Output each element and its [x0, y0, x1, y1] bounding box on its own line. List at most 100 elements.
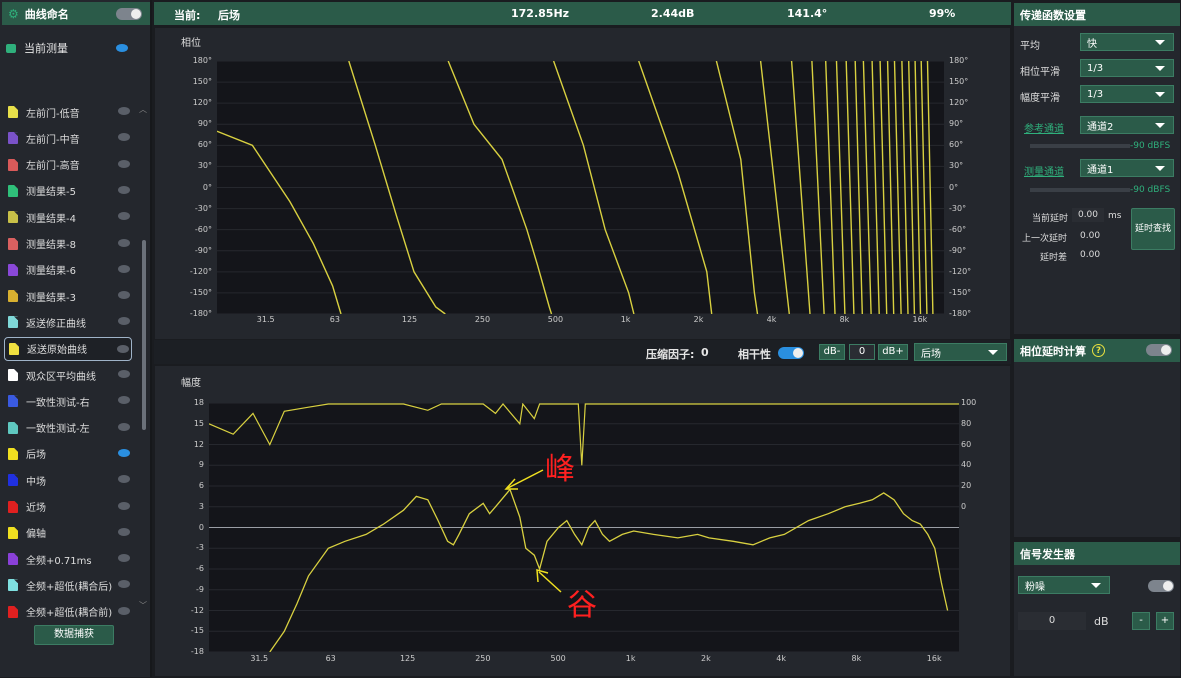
- eye-icon[interactable]: [118, 133, 130, 142]
- eye-icon[interactable]: [118, 159, 130, 168]
- annotation-peak: 峰: [545, 452, 575, 487]
- phase-y-tick: 0°: [202, 182, 212, 192]
- magnitude-y-tick: -15: [190, 626, 204, 636]
- curve-list-item[interactable]: 全频+超低(耦合后): [4, 573, 132, 597]
- eye-icon[interactable]: [118, 396, 130, 405]
- phase-x-tick: 2k: [693, 315, 704, 324]
- curve-list-item[interactable]: 测量结果-5: [4, 179, 132, 203]
- magnitude-x-tick: 16k: [926, 654, 942, 663]
- help-icon[interactable]: ?: [1092, 344, 1105, 357]
- eye-icon[interactable]: [118, 606, 130, 615]
- signal-minus-button[interactable]: -: [1132, 612, 1150, 630]
- phase-y2-tick: 120°: [949, 98, 969, 108]
- magnitude-x-tick: 500: [550, 654, 566, 663]
- scroll-up-icon[interactable]: ︿: [139, 104, 147, 115]
- curve-color-icon: [8, 211, 18, 224]
- eye-icon[interactable]: [118, 291, 130, 300]
- cur-delay-unit: ms: [1108, 211, 1122, 221]
- curve-list-item[interactable]: 左前门-低音: [4, 100, 132, 124]
- phase-plot-area[interactable]: [217, 61, 944, 314]
- avg-select[interactable]: 快: [1080, 33, 1174, 51]
- eye-icon[interactable]: [118, 527, 130, 536]
- eye-icon[interactable]: [118, 448, 130, 457]
- curve-list-item[interactable]: 中场: [4, 468, 132, 492]
- curve-list-item[interactable]: 左前门-高音: [4, 153, 132, 177]
- curve-color-icon: [8, 605, 18, 618]
- curve-list-item[interactable]: 全频+超低(耦合前): [4, 600, 132, 624]
- curve-color-icon: [8, 369, 18, 381]
- db-value-field[interactable]: 0: [849, 344, 875, 360]
- monitor-icon: [6, 43, 16, 53]
- curve-naming-toggle[interactable]: [116, 8, 142, 20]
- eye-icon[interactable]: [117, 344, 129, 353]
- curve-list-item[interactable]: 一致性测试-右: [4, 389, 132, 413]
- curve-list-item[interactable]: 一致性测试-左: [4, 416, 132, 440]
- signal-generator-toggle[interactable]: [1148, 580, 1174, 592]
- curve-label: 左前门-低音: [26, 108, 80, 120]
- phase-chart[interactable]: [217, 61, 944, 314]
- magnitude-y-tick: 0: [198, 522, 204, 532]
- ref-channel-link[interactable]: 参考通道: [1024, 120, 1064, 135]
- delay-diff-label: 延时差: [1040, 253, 1068, 263]
- phase-smooth-select[interactable]: 1/3: [1080, 59, 1174, 77]
- eye-icon[interactable]: [118, 475, 130, 484]
- curve-list-item[interactable]: 左前门-中音: [4, 126, 132, 150]
- current-measurement-row[interactable]: 当前测量: [2, 34, 150, 62]
- curve-list-item[interactable]: 测量结果-8: [4, 232, 132, 256]
- phase-delay-toggle[interactable]: [1146, 344, 1172, 356]
- curve-select[interactable]: 后场: [914, 343, 1007, 361]
- ref-channel-select[interactable]: 通道2: [1080, 116, 1174, 134]
- phase-y2-tick: 0°: [949, 182, 959, 192]
- magnitude-x-tick: 4k: [776, 654, 786, 663]
- eye-icon[interactable]: [118, 317, 130, 326]
- eye-icon[interactable]: [118, 238, 130, 247]
- phase-title: 相位: [181, 38, 201, 49]
- signal-level-field[interactable]: 0: [1018, 612, 1086, 630]
- phase-y-tick: -90°: [194, 245, 212, 255]
- curve-label: 后场: [26, 450, 46, 462]
- curve-list-item[interactable]: 测量结果-6: [4, 258, 132, 282]
- eye-icon[interactable]: [118, 264, 130, 273]
- mag-smooth-select[interactable]: 1/3: [1080, 85, 1174, 103]
- curve-list-item[interactable]: 偏轴: [4, 521, 132, 545]
- cur-delay-field[interactable]: 0.00: [1072, 208, 1104, 222]
- db-plus-button[interactable]: dB+: [878, 344, 908, 360]
- eye-icon[interactable]: [118, 370, 130, 378]
- curve-list-item[interactable]: 测量结果-3: [4, 284, 132, 308]
- eye-icon[interactable]: [118, 212, 130, 221]
- phase-y2-tick: -30°: [949, 203, 967, 213]
- curve-list-item[interactable]: 后场: [4, 442, 132, 466]
- curve-list-item[interactable]: 返送修正曲线: [4, 310, 132, 334]
- curve-label: 偏轴: [26, 529, 46, 541]
- curve-list-item[interactable]: 测量结果-4: [4, 205, 132, 229]
- coherence-toggle[interactable]: [778, 347, 804, 359]
- last-delay-label: 上一次延时: [1022, 234, 1068, 244]
- signal-plus-button[interactable]: +: [1156, 612, 1174, 630]
- curve-list-item[interactable]: 近场: [4, 495, 132, 519]
- gear-icon[interactable]: ⚙: [8, 7, 19, 21]
- list-scrollbar[interactable]: [142, 240, 146, 430]
- data-sidebar: 数据 当前测量 ⚙ 曲线命名 左前门-低音左前门-中音左前门-高音测量结果-5测…: [0, 0, 152, 677]
- eye-icon[interactable]: [118, 554, 130, 563]
- curve-label: 全频+0.71ms: [26, 555, 92, 567]
- curve-list-item[interactable]: 返送原始曲线: [4, 336, 132, 361]
- data-capture-button[interactable]: 数据捕获: [34, 625, 114, 645]
- curve-list-item[interactable]: 全频+0.71ms: [4, 547, 132, 571]
- signal-type-select[interactable]: 粉噪: [1018, 576, 1110, 594]
- meas-channel-select[interactable]: 通道1: [1080, 159, 1174, 177]
- eye-icon[interactable]: [118, 501, 130, 510]
- eye-icon[interactable]: [116, 44, 128, 52]
- phase-y2-tick: -180°: [949, 309, 972, 318]
- curve-label: 测量结果-8: [26, 240, 76, 251]
- eye-icon[interactable]: [118, 422, 130, 431]
- curve-list-item[interactable]: 观众区平均曲线: [4, 363, 132, 387]
- db-minus-button[interactable]: dB-: [819, 344, 845, 360]
- eye-icon[interactable]: [118, 580, 130, 589]
- eye-icon[interactable]: [118, 185, 130, 194]
- coherence-y2-tick: 80: [961, 418, 972, 428]
- eye-icon[interactable]: [118, 107, 130, 115]
- scroll-down-icon[interactable]: ﹀: [139, 600, 147, 611]
- meas-channel-link[interactable]: 测量通道: [1024, 163, 1064, 178]
- find-delay-button[interactable]: 延时查找: [1131, 208, 1175, 250]
- signal-generator-panel: 信号发生器 粉噪 0 dB - +: [1013, 541, 1181, 677]
